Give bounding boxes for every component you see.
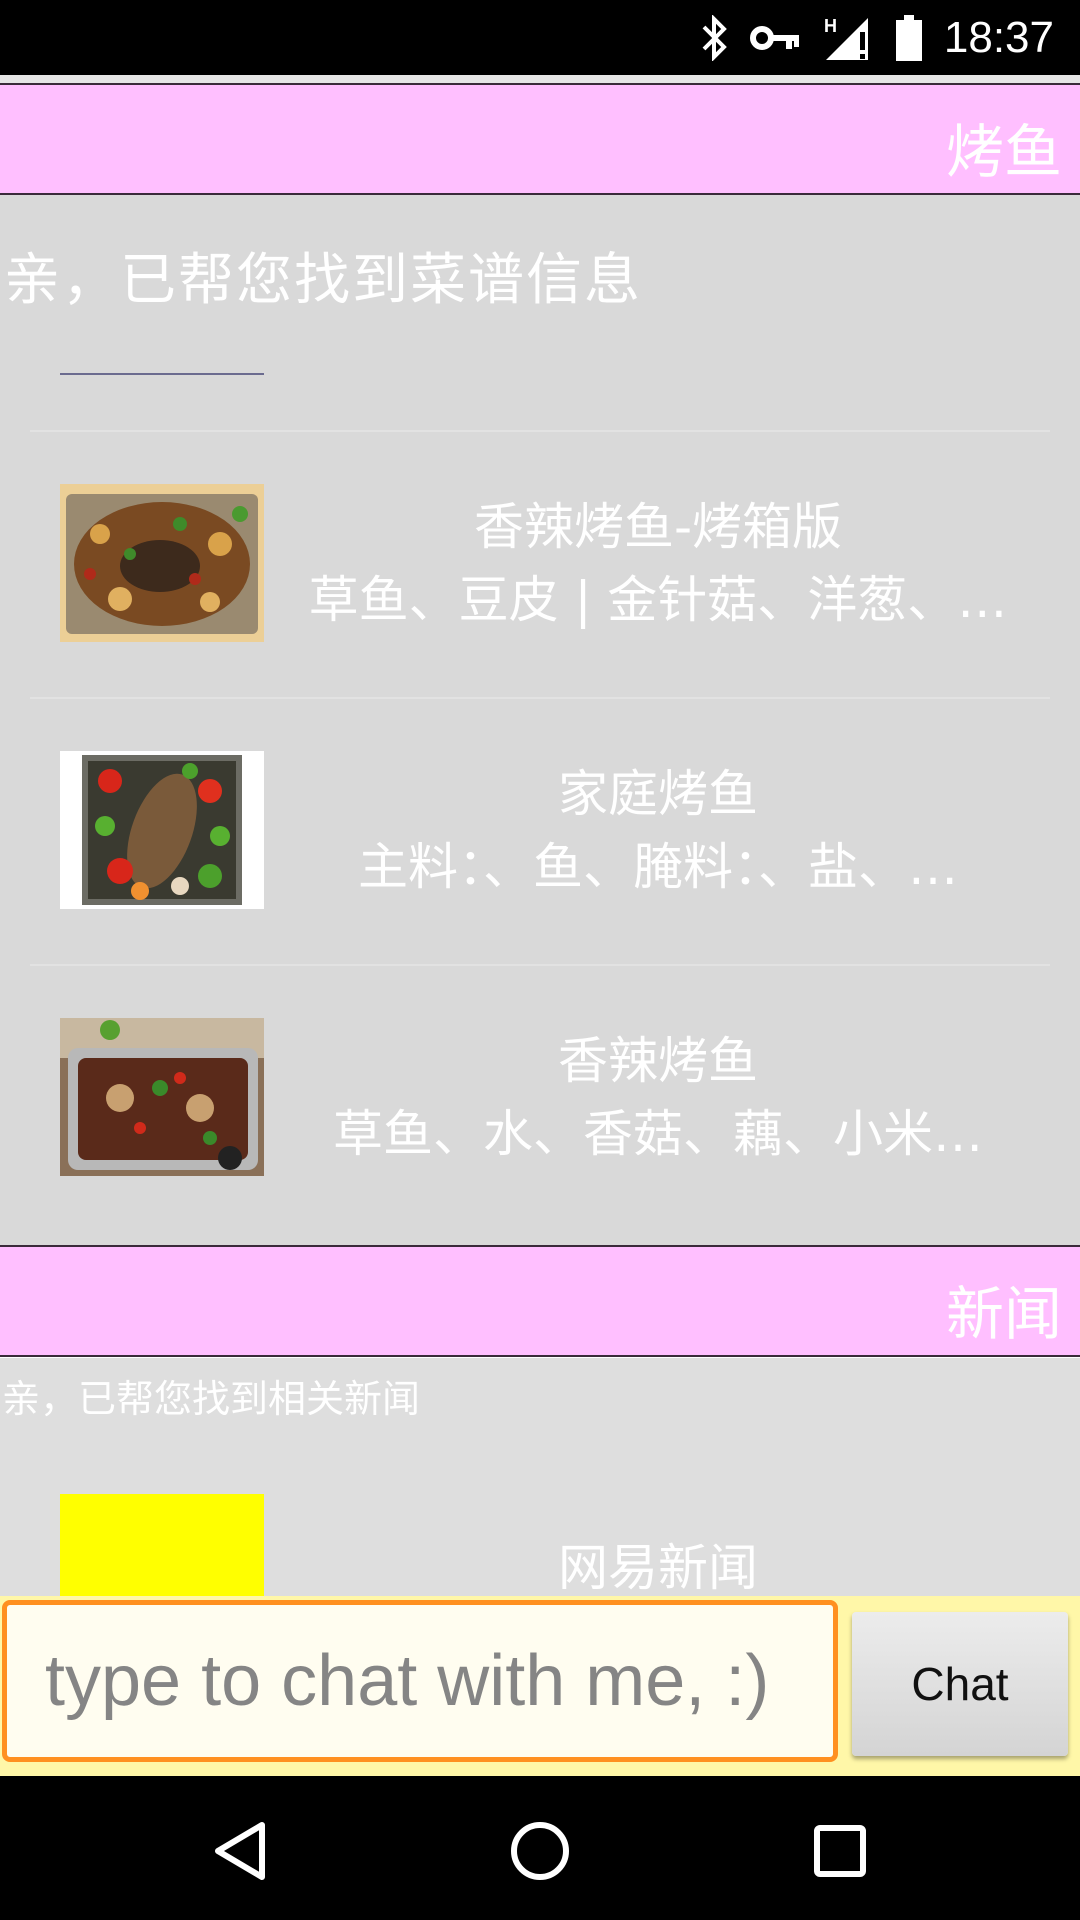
recipe-title: 香辣烤鱼-烤箱版 xyxy=(473,498,843,556)
recipe-list-item[interactable]: 家庭烤鱼 主料：、鱼、腌料：、盐、… xyxy=(0,699,1080,965)
recipe-list-item[interactable]: 香辣烤鱼 草鱼、水、香菇、藕、小米… xyxy=(0,966,1080,1232)
recipe-intro-text: 亲，已帮您找到菜谱信息 xyxy=(4,248,642,313)
vpn-key-icon xyxy=(749,23,800,53)
news-card: 亲，已帮您找到相关新闻 网易新闻 xyxy=(0,1358,1080,1604)
svg-text:H: H xyxy=(824,16,837,36)
recipe-ingredients: 主料：、鱼、腌料：、盐、… xyxy=(358,838,958,896)
back-icon[interactable] xyxy=(190,1806,290,1896)
navigation-bar xyxy=(0,1776,1080,1920)
recipe-title: 家庭烤鱼 xyxy=(558,765,758,823)
status-bar: H 18:37 xyxy=(0,0,1080,75)
home-icon[interactable] xyxy=(490,1806,590,1896)
news-intro-text: 亲，已帮您找到相关新闻 xyxy=(2,1377,421,1421)
recipe-thumbnail xyxy=(60,1018,264,1176)
signal-h-icon: H xyxy=(822,14,874,62)
bluetooth-icon xyxy=(700,14,728,62)
section-header-news: 新闻 xyxy=(0,1245,1080,1357)
battery-icon xyxy=(895,15,922,61)
recipe-thumbnail xyxy=(60,751,264,909)
chat-button[interactable]: Chat xyxy=(852,1612,1068,1756)
section-title: 烤鱼 xyxy=(945,118,1062,186)
recipe-list-item[interactable]: 香辣烤鱼-烤箱版 草鱼、豆皮 | 金针菇、洋葱、… xyxy=(0,432,1080,698)
recents-icon[interactable] xyxy=(790,1806,890,1896)
status-time: 18:37 xyxy=(943,13,1054,62)
section-title: 新闻 xyxy=(945,1280,1062,1348)
recipe-card: 亲，已帮您找到菜谱信息 香辣烤鱼-烤箱版 草鱼、豆皮 | 金针菇、洋葱、… 家庭… xyxy=(0,195,1080,1245)
status-icons: H 18:37 xyxy=(700,10,1054,66)
recipe-ingredients: 草鱼、豆皮 | 金针菇、洋葱、… xyxy=(308,571,1008,629)
recipe-title: 香辣烤鱼 xyxy=(558,1032,758,1090)
underline-divider xyxy=(60,373,264,375)
recipe-thumbnail xyxy=(60,484,264,642)
chat-input-area: Chat xyxy=(0,1596,1080,1776)
news-thumbnail xyxy=(60,1494,264,1604)
section-header-recipe: 烤鱼 xyxy=(0,83,1080,195)
recipe-ingredients: 草鱼、水、香菇、藕、小米… xyxy=(333,1105,983,1163)
top-divider xyxy=(0,75,1080,83)
chat-input[interactable] xyxy=(2,1600,838,1762)
news-title: 网易新闻 xyxy=(558,1539,758,1597)
